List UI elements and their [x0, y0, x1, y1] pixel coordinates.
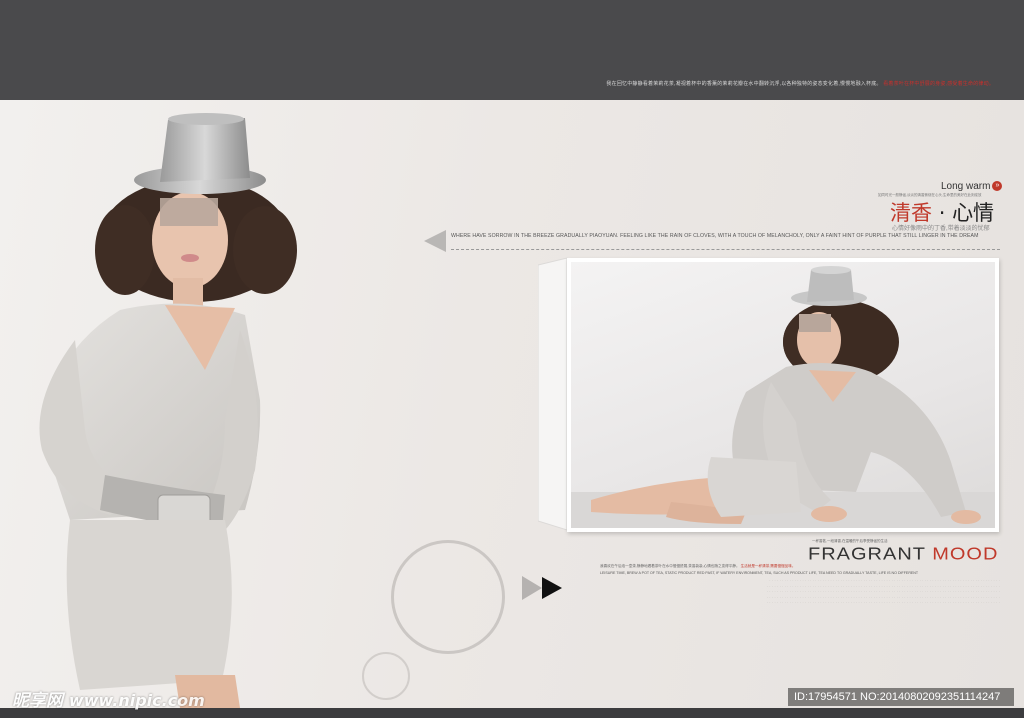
title-main: 清香 [890, 201, 932, 225]
dashed-divider [451, 249, 1000, 250]
fragrant-filler-lines: · · · · · · · · · · · · · · · · · · · · … [566, 579, 1000, 607]
title-second: 心情 [952, 201, 995, 225]
filler-line: · · · · · · · · · · · · · · · · · · · · … [766, 601, 1000, 606]
site-watermark: 昵享网 www.nipic.com [12, 686, 205, 711]
small-circle-decoration [362, 652, 410, 700]
watermark-site: 昵享网 [12, 691, 63, 711]
triangle-right-black-icon [542, 577, 562, 599]
mood-word: MOOD [932, 544, 999, 564]
english-quote: WHERE HAVE SORROW IN THE BREEZE GRADUALL… [451, 233, 979, 239]
double-chevron-right-icon: » [992, 181, 1003, 192]
model-standing-image [39, 113, 297, 708]
filler-line: · · · · · · · · · · · · · · · · · · · · … [766, 595, 1000, 600]
fragrant-paragraph-cn-red: 生活就是一杯清茶,需要慢慢品味。 [740, 564, 796, 568]
filler-line: · · · · · · · · · · · · · · · · · · · · … [769, 579, 1000, 583]
header-caption-red-text: 看着茶叶在杯中舒展的身姿,感受着生命的律动。 [883, 81, 994, 87]
filler-line: · · · · · · · · · · · · · · · · · · · · … [766, 590, 1000, 595]
header-caption-text: 我在回忆中静静看着茉莉花茶,凝视着杯中的香薰的茉莉花瓣在水中翻转沉浮,以各种独特… [606, 81, 882, 87]
header-caption: 我在回忆中静静看着茉莉花茶,凝视着杯中的香薰的茉莉花瓣在水中翻转沉浮,以各种独特… [606, 80, 994, 87]
fragrant-paragraph-cn-text: 我喜欢在午后泡一壶茶,静静地看着茶叶在水中慢慢舒展,茶香袅袅,心情也随之变得平静… [600, 564, 740, 568]
reclining-model-image [571, 266, 995, 528]
long-warm-label: Long warm» [941, 181, 1003, 192]
filler-line: · · · · · · · · · · · · · · · · · · · · … [766, 584, 1000, 589]
long-warm-text: Long warm [941, 181, 991, 192]
fragrant-mood-title: FRAGRANT MOOD [808, 544, 998, 565]
fragrant-word: FRAGRANT [808, 544, 926, 564]
watermark-id: ID:17954571 NO:20140802092351114247 [788, 688, 1014, 706]
fragrant-paragraph-cn: 我喜欢在午后泡一壶茶,静静地看着茶叶在水中慢慢舒展,茶香袅袅,心情也随之变得平静… [600, 564, 795, 569]
title-dot: · [938, 201, 946, 225]
triangle-left-icon [424, 230, 446, 252]
title-subheading: 心情好像雨中的丁香,带着淡淡的忧郁 [892, 226, 990, 232]
fragrant-paragraph-en: LEISURE TIME, BREW A POT OF TEA, STATIC … [600, 571, 919, 575]
watermark-url: www.nipic.com [68, 691, 205, 710]
triangle-right-grey-icon [522, 576, 542, 600]
reclining-model-photo [571, 262, 995, 528]
large-circle-decoration [391, 540, 505, 654]
